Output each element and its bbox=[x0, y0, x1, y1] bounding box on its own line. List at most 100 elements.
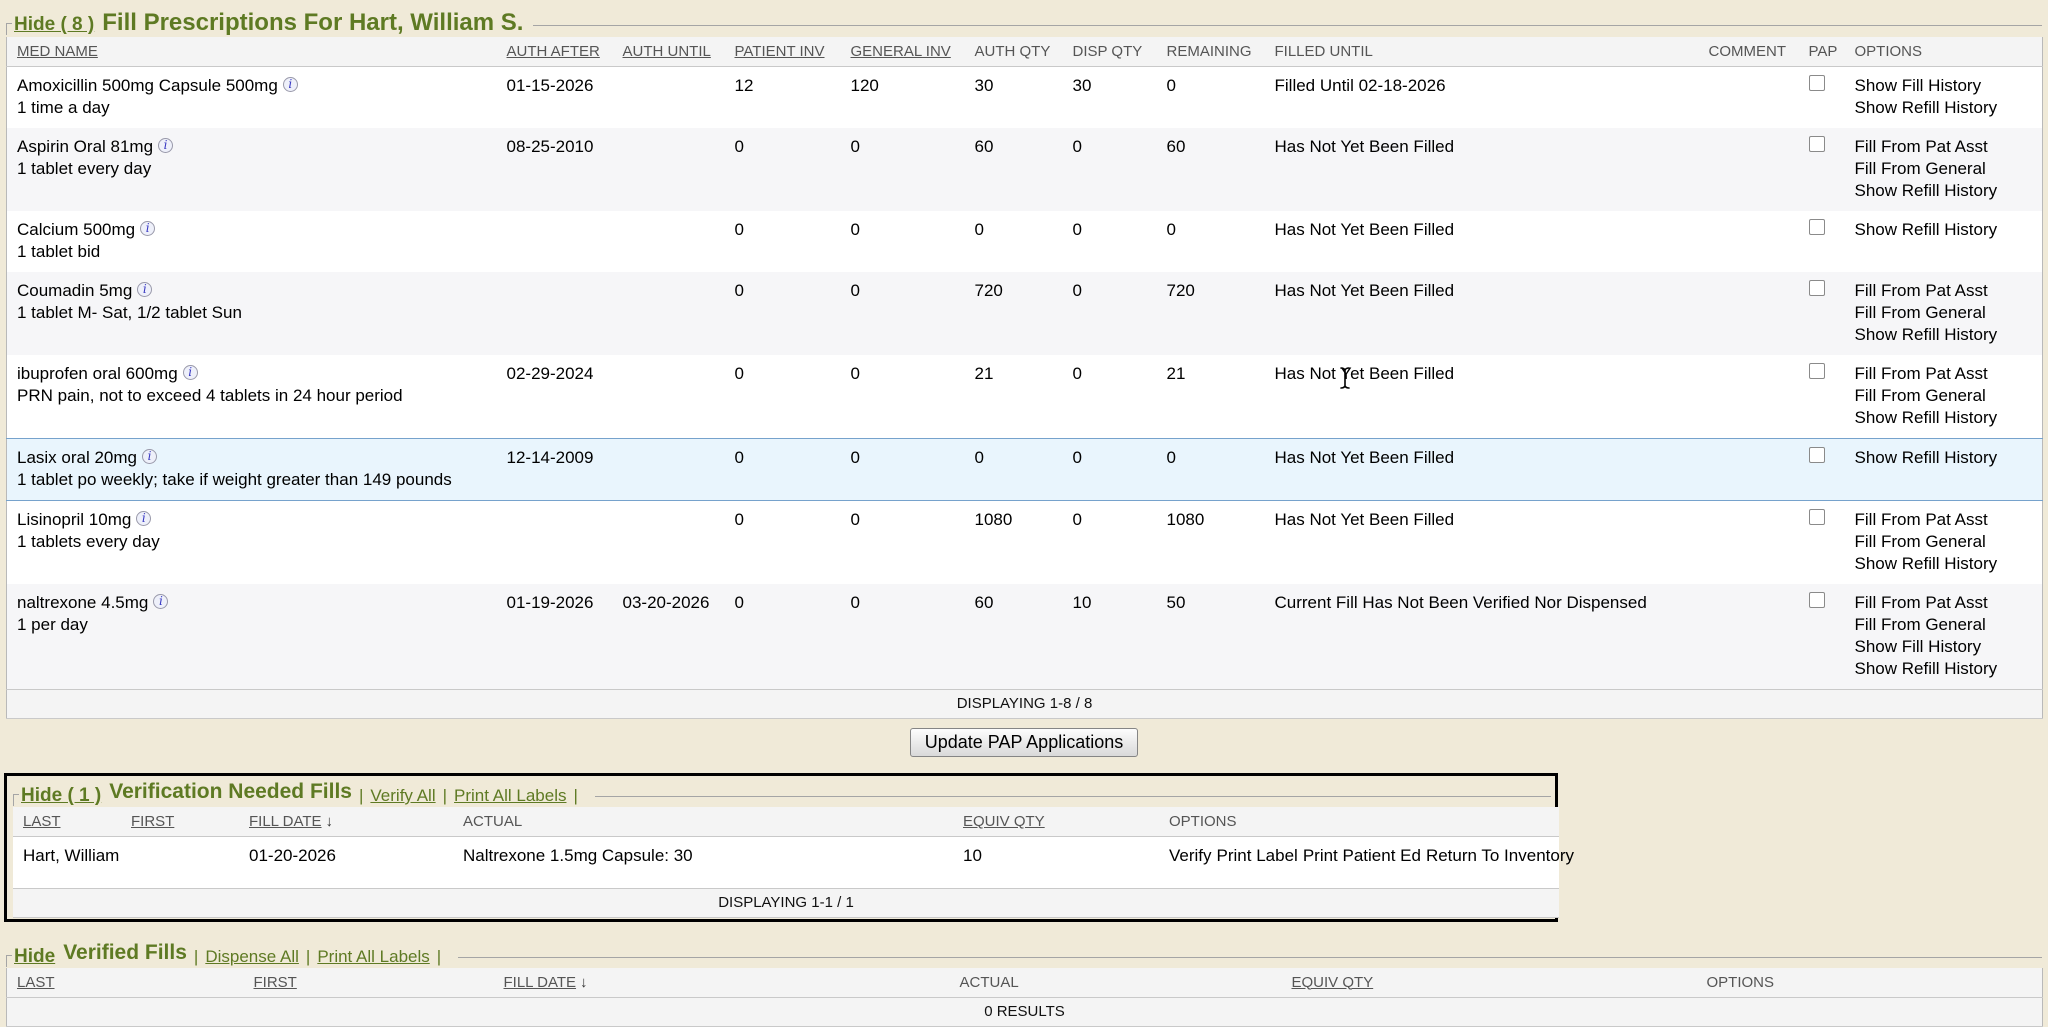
column-label[interactable]: LAST bbox=[17, 974, 55, 991]
column-label[interactable]: AUTH AFTER bbox=[507, 43, 600, 60]
fill-prescriptions-section: Hide ( 8 ) Fill Prescriptions For Hart, … bbox=[6, 0, 2042, 757]
pap-checkbox[interactable] bbox=[1809, 447, 1825, 463]
verification-needed-table: LASTFIRSTFILL DATE↓ACTUALEQUIV QTYOPTION… bbox=[13, 807, 1559, 918]
show-refill-history-link[interactable]: Show Refill History bbox=[1855, 407, 2037, 429]
prescription-row-calcium-500mg: Calcium 500mgi1 tablet bid00000Has Not Y… bbox=[7, 211, 2043, 272]
fill-from-general-link[interactable]: Fill From General bbox=[1855, 302, 2037, 324]
med-info-icon[interactable]: i bbox=[140, 221, 155, 236]
pap-cell bbox=[1809, 355, 1855, 439]
pap-checkbox[interactable] bbox=[1809, 136, 1825, 152]
med-info-icon[interactable]: i bbox=[183, 365, 198, 380]
print-patient-ed-link[interactable]: Print Patient Ed bbox=[1303, 846, 1421, 865]
print-label-link[interactable]: Print Label bbox=[1217, 846, 1298, 865]
patient-inv-cell: 0 bbox=[735, 355, 851, 439]
fill-from-pat-asst-link[interactable]: Fill From Pat Asst bbox=[1855, 509, 2037, 531]
update-pap-applications-button[interactable]: Update PAP Applications bbox=[910, 728, 1138, 757]
fill-from-general-link[interactable]: Fill From General bbox=[1855, 614, 2037, 636]
options-cell: Fill From Pat AsstFill From GeneralShow … bbox=[1855, 272, 2043, 355]
column-header-last[interactable]: LAST bbox=[13, 807, 131, 837]
column-label[interactable]: AUTH UNTIL bbox=[623, 43, 711, 60]
column-header-disp-qty: DISP QTY bbox=[1073, 37, 1167, 67]
med-info-icon[interactable]: i bbox=[283, 77, 298, 92]
med-sig: PRN pain, not to exceed 4 tablets in 24 … bbox=[17, 385, 501, 407]
pap-checkbox[interactable] bbox=[1809, 592, 1825, 608]
fill-from-pat-asst-link[interactable]: Fill From Pat Asst bbox=[1855, 363, 2037, 385]
column-header-equiv-qty[interactable]: EQUIV QTY bbox=[963, 807, 1169, 837]
column-header-equiv-qty[interactable]: EQUIV QTY bbox=[1292, 968, 1707, 998]
column-label[interactable]: PATIENT INV bbox=[735, 43, 825, 60]
column-header-fill-date[interactable]: FILL DATE↓ bbox=[249, 807, 463, 837]
med-info-icon[interactable]: i bbox=[158, 138, 173, 153]
med-sig: 1 tablet bid bbox=[17, 241, 501, 263]
column-header-general-inv[interactable]: GENERAL INV bbox=[851, 37, 975, 67]
verify-link[interactable]: Verify bbox=[1169, 846, 1212, 865]
auth-qty-cell: 0 bbox=[975, 211, 1073, 272]
return-to-inventory-link[interactable]: Return To Inventory bbox=[1426, 846, 1574, 865]
show-refill-history-link[interactable]: Show Refill History bbox=[1855, 447, 2037, 469]
column-label[interactable]: FIRST bbox=[254, 974, 297, 991]
column-label[interactable]: LAST bbox=[23, 813, 61, 830]
column-header-patient-inv[interactable]: PATIENT INV bbox=[735, 37, 851, 67]
med-info-icon[interactable]: i bbox=[142, 449, 157, 464]
show-refill-history-link[interactable]: Show Refill History bbox=[1855, 180, 2037, 202]
med-info-icon[interactable]: i bbox=[136, 511, 151, 526]
column-label: ACTUAL bbox=[960, 974, 1019, 991]
pap-checkbox[interactable] bbox=[1809, 219, 1825, 235]
show-fill-history-link[interactable]: Show Fill History bbox=[1855, 75, 2037, 97]
fill-from-general-link[interactable]: Fill From General bbox=[1855, 531, 2037, 553]
comment-cell bbox=[1709, 272, 1809, 355]
show-refill-history-link[interactable]: Show Refill History bbox=[1855, 658, 2037, 680]
column-label[interactable]: GENERAL INV bbox=[851, 43, 951, 60]
auth-qty-cell: 1080 bbox=[975, 501, 1073, 585]
print-all-labels-link[interactable]: Print All Labels bbox=[454, 786, 566, 806]
legend-corner bbox=[13, 794, 19, 806]
show-refill-history-link[interactable]: Show Refill History bbox=[1855, 219, 2037, 241]
column-header-med-name[interactable]: MED NAME bbox=[7, 37, 507, 67]
column-label[interactable]: EQUIV QTY bbox=[1292, 974, 1374, 991]
column-label[interactable]: MED NAME bbox=[17, 43, 98, 60]
hide-verification-needed-link[interactable]: Hide ( 1 ) bbox=[21, 785, 101, 807]
pap-checkbox[interactable] bbox=[1809, 363, 1825, 379]
disp-qty-cell: 0 bbox=[1073, 211, 1167, 272]
verify-all-link[interactable]: Verify All bbox=[370, 786, 435, 806]
fill-prescriptions-legend: Hide ( 8 ) Fill Prescriptions For Hart, … bbox=[6, 0, 2042, 37]
med-info-icon[interactable]: i bbox=[137, 282, 152, 297]
hide-prescriptions-link[interactable]: Hide ( 8 ) bbox=[14, 14, 94, 36]
fill-from-general-link[interactable]: Fill From General bbox=[1855, 158, 2037, 180]
pap-cell bbox=[1809, 584, 1855, 690]
separator: | bbox=[194, 947, 198, 967]
column-header-auth-until[interactable]: AUTH UNTIL bbox=[623, 37, 735, 67]
column-header-first[interactable]: FIRST bbox=[131, 807, 249, 837]
auth-qty-cell: 60 bbox=[975, 584, 1073, 690]
column-header-fill-date[interactable]: FILL DATE↓ bbox=[504, 968, 960, 998]
fill-from-pat-asst-link[interactable]: Fill From Pat Asst bbox=[1855, 136, 2037, 158]
show-fill-history-link[interactable]: Show Fill History bbox=[1855, 636, 2037, 658]
fill-from-pat-asst-link[interactable]: Fill From Pat Asst bbox=[1855, 280, 2037, 302]
options-cell: Fill From Pat AsstFill From GeneralShow … bbox=[1855, 584, 2043, 690]
column-label[interactable]: FIRST bbox=[131, 813, 174, 830]
column-header-auth-after[interactable]: AUTH AFTER bbox=[507, 37, 623, 67]
print-all-labels-link[interactable]: Print All Labels bbox=[317, 947, 429, 967]
row-spacer bbox=[13, 876, 1559, 888]
fill-from-general-link[interactable]: Fill From General bbox=[1855, 385, 2037, 407]
show-refill-history-link[interactable]: Show Refill History bbox=[1855, 97, 2037, 119]
auth-after-cell: 12-14-2009 bbox=[507, 439, 623, 501]
auth-after-cell bbox=[507, 211, 623, 272]
column-label[interactable]: FILL DATE bbox=[249, 813, 322, 830]
verified-fills-title: Verified Fills bbox=[63, 941, 187, 965]
show-refill-history-link[interactable]: Show Refill History bbox=[1855, 553, 2037, 575]
pap-checkbox[interactable] bbox=[1809, 509, 1825, 525]
pap-checkbox[interactable] bbox=[1809, 280, 1825, 296]
hide-verified-fills-link[interactable]: Hide bbox=[14, 946, 55, 968]
med-info-icon[interactable]: i bbox=[153, 594, 168, 609]
dispense-all-link[interactable]: Dispense All bbox=[205, 947, 299, 967]
column-label[interactable]: EQUIV QTY bbox=[963, 813, 1045, 830]
column-header-last[interactable]: LAST bbox=[7, 968, 254, 998]
fill-from-pat-asst-link[interactable]: Fill From Pat Asst bbox=[1855, 592, 2037, 614]
patient-inv-cell: 0 bbox=[735, 439, 851, 501]
pap-checkbox[interactable] bbox=[1809, 75, 1825, 91]
show-refill-history-link[interactable]: Show Refill History bbox=[1855, 324, 2037, 346]
column-header-first[interactable]: FIRST bbox=[254, 968, 504, 998]
prescriptions-table-header: MED NAME AUTH AFTER AUTH UNTIL PATIENT INV G… bbox=[7, 37, 2043, 67]
column-label[interactable]: FILL DATE bbox=[504, 974, 577, 991]
